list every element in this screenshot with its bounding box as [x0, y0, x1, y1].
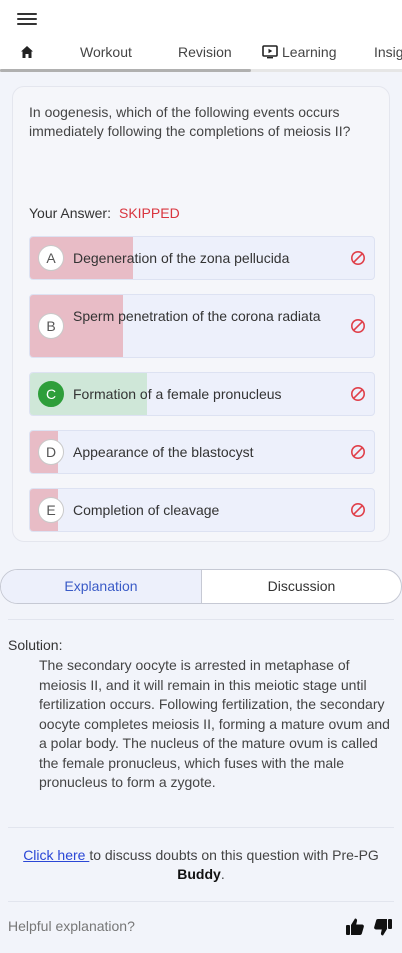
solution-label: Solution: [8, 637, 63, 653]
home-icon [21, 46, 33, 58]
your-answer-value: SKIPPED [118, 205, 180, 221]
blocked-icon [351, 319, 365, 333]
your-answer-label: Your Answer: [29, 205, 111, 221]
question-text: In oogenesis, which of the following eve… [29, 104, 351, 139]
option-e[interactable]: E Completion of cleavage [29, 488, 375, 532]
explanation-discussion-toggle: Explanation Discussion [0, 569, 402, 604]
blocked-icon [351, 251, 365, 265]
option-text: Formation of a female pronucleus [73, 386, 282, 402]
blocked-icon [351, 445, 365, 459]
your-answer: Your Answer: SKIPPED [29, 205, 180, 221]
option-a[interactable]: A Degeneration of the zona pellucida [29, 236, 375, 280]
helpful-label: Helpful explanation? [8, 918, 135, 934]
discuss-text: to discuss doubts on this question with … [89, 847, 379, 863]
top-bar: Workout Revision Learning Insig [0, 0, 402, 72]
solution-text: The secondary oocyte is arrested in meta… [39, 657, 390, 790]
thumbs-up-icon[interactable] [345, 917, 365, 937]
question-card: In oogenesis, which of the following eve… [12, 86, 390, 542]
blocked-icon [351, 387, 365, 401]
option-text: Completion of cleavage [73, 502, 220, 518]
option-text: Sperm penetration of the corona radiata [73, 308, 321, 324]
tab-workout[interactable]: Workout [80, 34, 132, 70]
option-letter: E [38, 497, 64, 523]
option-text: Degeneration of the zona pellucida [73, 250, 290, 266]
divider [8, 619, 394, 620]
tab-discussion[interactable]: Discussion [202, 570, 401, 603]
thumbs-down-icon[interactable] [373, 917, 393, 937]
option-letter: A [38, 245, 64, 271]
tab-explanation[interactable]: Explanation [1, 570, 202, 603]
option-b[interactable]: B Sperm penetration of the corona radiat… [29, 294, 375, 358]
discuss-suffix: . [220, 866, 225, 882]
option-letter: B [38, 313, 64, 339]
tab-home[interactable] [0, 34, 54, 70]
hamburger-menu-icon[interactable] [17, 11, 37, 27]
option-letter: C [38, 381, 64, 407]
option-letter: D [38, 439, 64, 465]
discuss-link[interactable]: Click here [23, 847, 89, 863]
play-screen-icon [262, 45, 278, 59]
blocked-icon [351, 503, 365, 517]
option-c[interactable]: C Formation of a female pronucleus [29, 372, 375, 416]
tab-learning[interactable]: Learning [262, 34, 337, 70]
divider [8, 827, 394, 828]
discuss-prompt: Click here to discuss doubts on this que… [8, 846, 394, 884]
tab-insights[interactable]: Insig [374, 34, 402, 70]
divider [8, 901, 394, 902]
tab-learning-label: Learning [282, 44, 337, 60]
buddy-brand: Buddy [177, 866, 221, 882]
tab-revision[interactable]: Revision [178, 34, 232, 70]
option-text: Appearance of the blastocyst [73, 444, 254, 460]
option-d[interactable]: D Appearance of the blastocyst [29, 430, 375, 474]
tab-scroll-indicator[interactable] [0, 69, 251, 72]
tab-bar: Workout Revision Learning Insig [0, 34, 402, 72]
